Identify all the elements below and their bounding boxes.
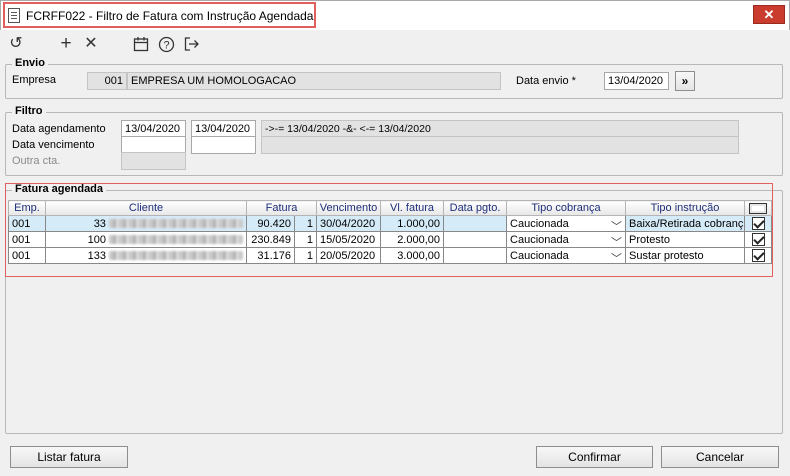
select-all-toggle[interactable] bbox=[744, 200, 773, 216]
outra-cta-field bbox=[121, 152, 186, 170]
cell-vencimento: 15/05/2020 bbox=[316, 231, 382, 248]
cell-checkbox[interactable] bbox=[744, 215, 773, 232]
data-vencimento-expression bbox=[261, 136, 739, 154]
cell-emp: 001 bbox=[8, 247, 46, 264]
cliente-code: 133 bbox=[87, 249, 106, 262]
cell-emp: 001 bbox=[8, 215, 46, 232]
filtro-legend: Filtro bbox=[12, 104, 46, 118]
col-header-cliente[interactable]: Cliente bbox=[45, 200, 247, 216]
col-header-vencimento[interactable]: Vencimento bbox=[316, 200, 382, 216]
cell-data-pgto[interactable] bbox=[443, 231, 508, 248]
cancelar-button[interactable]: Cancelar bbox=[661, 446, 779, 468]
cell-vencimento: 30/04/2020 bbox=[316, 215, 382, 232]
cliente-code: 100 bbox=[87, 233, 106, 246]
tipo-cobranca-select[interactable]: Caucionada ﹀ bbox=[510, 233, 622, 247]
cell-tipo-cobranca[interactable]: Caucionada ﹀ bbox=[506, 231, 627, 248]
data-vencimento-label: Data vencimento bbox=[12, 139, 95, 151]
tipo-cobranca-select[interactable]: Caucionada ﹀ bbox=[510, 249, 622, 263]
cell-checkbox[interactable] bbox=[744, 247, 773, 264]
tipo-cobranca-select[interactable]: Caucionada ﹀ bbox=[510, 217, 622, 231]
cell-checkbox[interactable] bbox=[744, 231, 773, 248]
tipo-cobranca-value: Caucionada bbox=[510, 233, 569, 246]
redacted-client-name bbox=[109, 235, 243, 245]
cliente-code: 33 bbox=[93, 217, 106, 230]
data-envio-field[interactable]: 13/04/2020 bbox=[604, 72, 669, 90]
cell-tipo-cobranca[interactable]: Caucionada ﹀ bbox=[506, 247, 627, 264]
table-row[interactable]: 001 33 90.420 1 30/04/2020 1.000,00 Cauc… bbox=[8, 215, 773, 232]
help-icon[interactable]: ? bbox=[156, 34, 176, 54]
exit-icon[interactable] bbox=[181, 34, 201, 54]
cell-vl-fatura: 1.000,00 bbox=[380, 215, 445, 232]
cell-cliente: 100 bbox=[45, 231, 247, 248]
cell-vencimento: 20/05/2020 bbox=[316, 247, 382, 264]
col-header-data-pgto[interactable]: Data pgto. bbox=[443, 200, 508, 216]
data-agendamento-label: Data agendamento bbox=[12, 123, 106, 135]
tipo-cobranca-value: Caucionada bbox=[510, 217, 569, 230]
listar-fatura-button[interactable]: Listar fatura bbox=[10, 446, 128, 468]
cell-cliente: 133 bbox=[45, 247, 247, 264]
col-header-tipo-instrucao[interactable]: Tipo instrução bbox=[625, 200, 746, 216]
select-all-checkbox-icon[interactable] bbox=[749, 202, 768, 214]
outra-cta-label: Outra cta. bbox=[12, 155, 61, 167]
confirmar-button[interactable]: Confirmar bbox=[536, 446, 653, 468]
title-bar: FCRFF022 - Filtro de Fatura com Instruçã… bbox=[0, 0, 790, 30]
empresa-label: Empresa bbox=[12, 74, 57, 86]
chevron-down-icon[interactable]: ﹀ bbox=[611, 218, 622, 231]
cell-parcela: 1 bbox=[293, 215, 318, 232]
grid-header-row: Emp. Cliente Fatura Vencimento Vl. fatur… bbox=[8, 200, 773, 216]
table-row[interactable]: 001 100 230.849 1 15/05/2020 2.000,00 Ca… bbox=[8, 231, 773, 248]
cell-vl-fatura: 3.000,00 bbox=[380, 247, 445, 264]
col-header-tipo-cobranca[interactable]: Tipo cobrança bbox=[506, 200, 627, 216]
row-checkbox[interactable] bbox=[751, 249, 765, 262]
redacted-client-name bbox=[109, 219, 243, 229]
cell-tipo-cobranca[interactable]: Caucionada ﹀ bbox=[506, 215, 627, 232]
data-envio-label: Data envio * bbox=[516, 75, 576, 87]
envio-legend: Envio bbox=[12, 56, 48, 70]
undo-icon[interactable]: ↺ bbox=[6, 34, 26, 54]
cell-parcela: 1 bbox=[293, 231, 318, 248]
cell-data-pgto[interactable] bbox=[443, 247, 508, 264]
toolbar: ↺ + ✕ ? bbox=[0, 30, 790, 58]
cell-tipo-instrucao[interactable]: Protesto bbox=[625, 231, 746, 248]
apply-date-button[interactable]: » bbox=[675, 71, 695, 91]
cell-tipo-instrucao[interactable]: Sustar protesto bbox=[625, 247, 746, 264]
col-header-emp[interactable]: Emp. bbox=[8, 200, 46, 216]
tipo-cobranca-value: Caucionada bbox=[510, 249, 569, 262]
row-checkbox[interactable] bbox=[751, 217, 765, 230]
data-vencimento-to-field[interactable] bbox=[191, 136, 256, 154]
chevron-down-icon[interactable]: ﹀ bbox=[611, 250, 622, 263]
svg-text:?: ? bbox=[163, 40, 169, 52]
row-checkbox[interactable] bbox=[751, 233, 765, 246]
delete-icon[interactable]: ✕ bbox=[81, 34, 101, 54]
fatura-grid: Emp. Cliente Fatura Vencimento Vl. fatur… bbox=[8, 200, 774, 268]
table-row[interactable]: 001 133 31.176 1 20/05/2020 3.000,00 Cau… bbox=[8, 247, 773, 264]
cell-parcela: 1 bbox=[293, 247, 318, 264]
window-title: FCRFF022 - Filtro de Fatura com Instruçã… bbox=[26, 9, 314, 23]
close-window-button[interactable]: ✕ bbox=[753, 5, 785, 24]
cell-emp: 001 bbox=[8, 231, 46, 248]
add-icon[interactable]: + bbox=[56, 34, 76, 54]
cell-vl-fatura: 2.000,00 bbox=[380, 231, 445, 248]
calendar-icon[interactable] bbox=[131, 34, 151, 54]
cell-fatura: 90.420 bbox=[246, 215, 295, 232]
cell-cliente: 33 bbox=[45, 215, 247, 232]
col-header-fatura[interactable]: Fatura bbox=[245, 200, 318, 216]
redacted-client-name bbox=[109, 251, 243, 261]
cell-tipo-instrucao[interactable]: Baixa/Retirada cobranç bbox=[625, 215, 746, 232]
cell-fatura: 31.176 bbox=[246, 247, 295, 264]
chevron-down-icon[interactable]: ﹀ bbox=[611, 234, 622, 247]
col-header-vl-fatura[interactable]: Vl. fatura bbox=[380, 200, 445, 216]
cell-data-pgto[interactable] bbox=[443, 215, 508, 232]
empresa-code-field[interactable]: 001 bbox=[87, 72, 127, 90]
empresa-name-field: EMPRESA UM HOMOLOGACAO bbox=[127, 72, 501, 90]
document-icon bbox=[8, 8, 20, 23]
cell-fatura: 230.849 bbox=[246, 231, 295, 248]
